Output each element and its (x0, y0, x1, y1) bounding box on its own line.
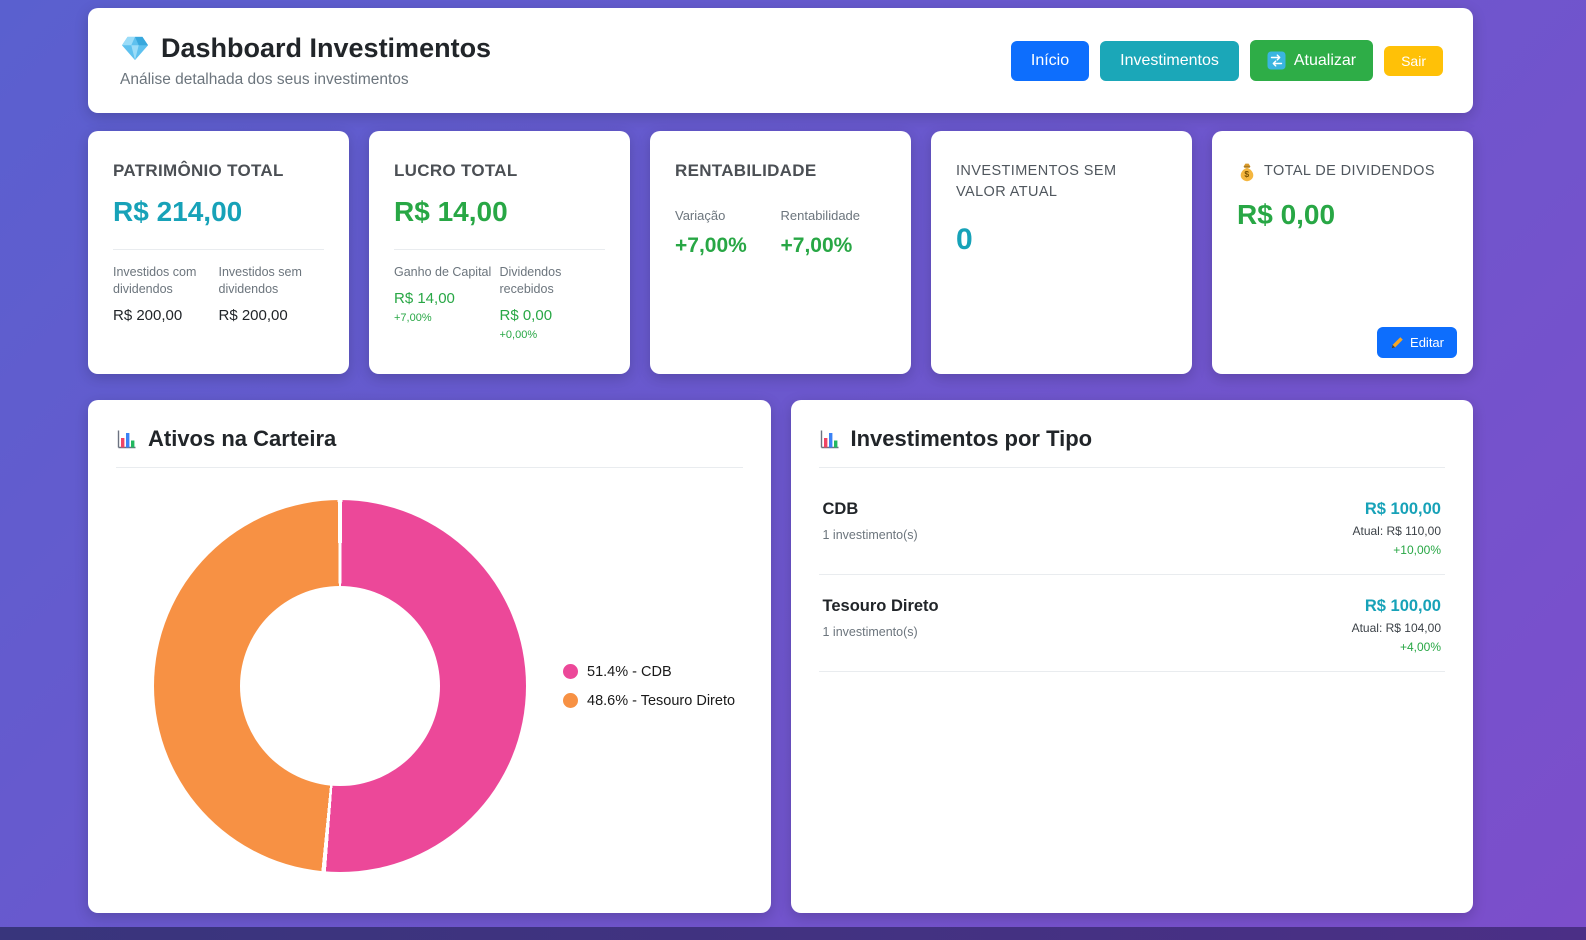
type-percent: +10,00% (1393, 543, 1441, 557)
col-value: R$ 0,00 (499, 306, 553, 324)
stat-card-patrimonio: PATRIMÔNIO TOTAL R$ 214,00 Investidos co… (88, 131, 349, 374)
dividendos-title-row: $ TOTAL DE DIVIDENDOS (1237, 161, 1448, 182)
col-value: +7,00% (780, 233, 853, 257)
by-type-card-title-row: Investimentos por Tipo (818, 426, 1445, 468)
rentabilidade-col-rentabilidade: Rentabilidade +7,00% (781, 207, 887, 258)
stat-card-dividendos: $ TOTAL DE DIVIDENDOS R$ 0,00 Editar (1212, 131, 1473, 374)
currency-exchange-icon (1267, 51, 1286, 70)
charts-row: Ativos na Carteira 51.4% - CDB 48.6% - T… (88, 400, 1473, 913)
type-row-left: Tesouro Direto 1 investimento(s) (823, 597, 939, 639)
type-row-right: R$ 100,00 Atual: R$ 104,00 +4,00% (1352, 597, 1441, 654)
bar-chart-icon (819, 429, 840, 450)
atualizar-button[interactable]: Atualizar (1249, 40, 1374, 81)
type-current-value: Atual: R$ 104,00 (1351, 621, 1441, 635)
dividendos-value: R$ 0,00 (1237, 199, 1336, 231)
portfolio-card-title-row: Ativos na Carteira (116, 426, 743, 468)
page-title: Dashboard Investimentos (120, 33, 491, 64)
col-value: +7,00% (675, 233, 747, 257)
sem-valor-value: 0 (956, 223, 973, 257)
stat-card-sem-valor-atual: INVESTIMENTOS SEM VALOR ATUAL 0 (931, 131, 1192, 374)
legend-item-tesouro-direto[interactable]: 48.6% - Tesouro Direto (563, 693, 735, 709)
type-row-right: R$ 100,00 Atual: R$ 110,00 +10,00% (1352, 500, 1441, 557)
legend-label: 51.4% - CDB (587, 663, 672, 680)
patrimonio-title: PATRIMÔNIO TOTAL (113, 161, 284, 180)
lucro-title: LUCRO TOTAL (394, 161, 518, 180)
legend-item-cdb[interactable]: 51.4% - CDB (563, 664, 735, 680)
col-label: Rentabilidade (780, 208, 861, 223)
divider (394, 249, 605, 250)
type-name: CDB (822, 500, 859, 518)
type-current-value: Atual: R$ 110,00 (1352, 524, 1441, 538)
col-value: R$ 200,00 (113, 306, 183, 324)
type-row-cdb: CDB 1 investimento(s) R$ 100,00 Atual: R… (818, 478, 1445, 575)
type-percent: +4,00% (1399, 640, 1441, 654)
page-bottom-strip (0, 927, 1586, 940)
page-subtitle: Análise detalhada dos seus investimentos (120, 70, 409, 88)
sem-valor-title: INVESTIMENTOS SEM VALOR ATUAL (956, 163, 1117, 201)
pencil-icon (1390, 336, 1404, 350)
col-percent: +0,00% (499, 328, 538, 341)
sair-button[interactable]: Sair (1384, 45, 1443, 76)
col-label: Investidos com dividendos (113, 265, 197, 296)
type-row-left: CDB 1 investimento(s) (823, 500, 918, 542)
donut-chart[interactable] (154, 500, 526, 872)
type-value: R$ 100,00 (1364, 597, 1441, 615)
type-value: R$ 100,00 (1364, 500, 1441, 518)
patrimonio-col-sem-dividendos: Investidos sem dividendos R$ 200,00 (219, 264, 325, 324)
legend-swatch (563, 693, 578, 708)
col-percent: +7,00% (394, 311, 432, 324)
type-count: 1 investimento(s) (822, 625, 918, 639)
lucro-value: R$ 14,00 (394, 196, 508, 227)
type-row-tesouro-direto: Tesouro Direto 1 investimento(s) R$ 100,… (818, 575, 1445, 672)
lucro-breakdown: Ganho de Capital R$ 14,00 +7,00% Dividen… (394, 264, 605, 341)
rentabilidade-breakdown: Variação +7,00% Rentabilidade +7,00% (675, 207, 886, 258)
col-label: Investidos sem dividendos (218, 265, 302, 296)
type-name: Tesouro Direto (822, 597, 939, 615)
divider (113, 249, 324, 250)
atualizar-button-label: Atualizar (1293, 51, 1357, 69)
diamond-icon (120, 35, 150, 62)
stat-card-lucro: LUCRO TOTAL R$ 14,00 Ganho de Capital R$… (369, 131, 630, 374)
stat-card-rentabilidade: RENTABILIDADE Variação +7,00% Rentabilid… (650, 131, 911, 374)
col-label: Dividendos recebidos (499, 265, 562, 296)
editar-dividendos-button[interactable]: Editar (1377, 327, 1457, 358)
rentabilidade-col-variacao: Variação +7,00% (675, 207, 781, 258)
portfolio-chart-area: 51.4% - CDB 48.6% - Tesouro Direto (116, 500, 743, 872)
by-type-card-title: Investimentos por Tipo (850, 426, 1093, 451)
col-value: R$ 14,00 (394, 289, 455, 307)
patrimonio-value: R$ 214,00 (113, 196, 243, 227)
legend-swatch (563, 664, 578, 679)
header-nav: Início Investimentos Atualizar Sair (1010, 40, 1443, 81)
legend-label: 48.6% - Tesouro Direto (587, 692, 736, 709)
by-type-card: Investimentos por Tipo CDB 1 investiment… (790, 400, 1473, 913)
investimentos-button[interactable]: Investimentos (1100, 40, 1239, 81)
col-label: Variação (675, 208, 726, 223)
stats-row: PATRIMÔNIO TOTAL R$ 214,00 Investidos co… (88, 131, 1473, 374)
rentabilidade-title: RENTABILIDADE (675, 161, 817, 180)
type-count: 1 investimento(s) (822, 528, 918, 542)
patrimonio-breakdown: Investidos com dividendos R$ 200,00 Inve… (113, 264, 324, 324)
dashboard-content: Dashboard Investimentos Análise detalhad… (88, 8, 1473, 913)
page-title-text: Dashboard Investimentos (161, 32, 492, 63)
col-value: R$ 200,00 (218, 306, 288, 324)
donut-hole (239, 585, 441, 787)
investment-type-list: CDB 1 investimento(s) R$ 100,00 Atual: R… (818, 478, 1445, 672)
portfolio-card: Ativos na Carteira 51.4% - CDB 48.6% - T… (88, 400, 771, 913)
inicio-button[interactable]: Início (1010, 40, 1090, 81)
chart-legend: 51.4% - CDB 48.6% - Tesouro Direto (563, 664, 735, 709)
header-title-block: Dashboard Investimentos Análise detalhad… (120, 33, 491, 89)
header-card: Dashboard Investimentos Análise detalhad… (88, 8, 1473, 113)
svg-text:$: $ (1244, 169, 1249, 179)
lucro-col-dividendos: Dividendos recebidos R$ 0,00 +0,00% (500, 264, 606, 341)
patrimonio-col-com-dividendos: Investidos com dividendos R$ 200,00 (113, 264, 219, 324)
col-label: Ganho de Capital (394, 265, 492, 279)
dividendos-title: TOTAL DE DIVIDENDOS (1264, 163, 1435, 179)
lucro-col-ganho-capital: Ganho de Capital R$ 14,00 +7,00% (394, 264, 500, 341)
money-bag-icon: $ (1237, 162, 1257, 182)
bar-chart-icon (116, 429, 137, 450)
editar-button-label: Editar (1410, 335, 1444, 350)
portfolio-card-title: Ativos na Carteira (148, 426, 337, 451)
